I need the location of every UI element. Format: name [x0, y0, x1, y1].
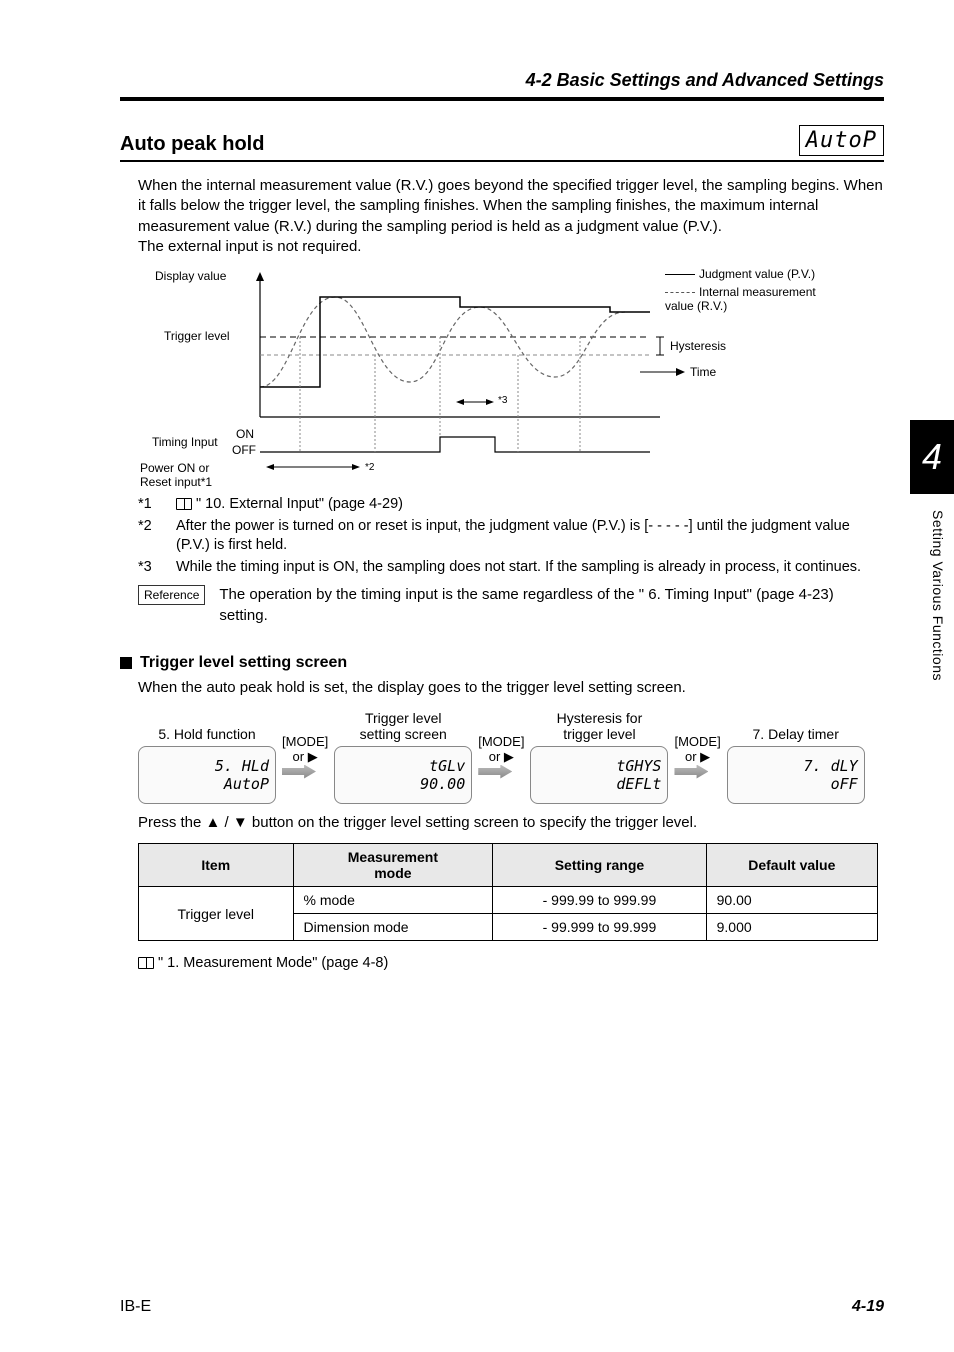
- legend-rv: Internal measurement value (R.V.): [665, 285, 816, 313]
- label-off: OFF: [232, 443, 256, 457]
- flow-step3-display: tGHYS dEFLt: [530, 746, 668, 804]
- flow-step1-display: 5. HLd AutoP: [138, 746, 276, 804]
- trigger-screen-intro: When the auto peak hold is set, the disp…: [138, 678, 884, 698]
- label-power-on: Power ON or Reset input*1: [140, 461, 212, 489]
- section-intro: When the internal measurement value (R.V…: [138, 176, 884, 257]
- book-icon: [138, 957, 154, 969]
- th-default: Default value: [706, 844, 877, 887]
- spec-table: Item Measurement mode Setting range Defa…: [138, 843, 878, 941]
- subheading-trigger-screen: Trigger level setting screen: [120, 654, 884, 672]
- flow-step3-title: Hysteresis for trigger level: [530, 708, 668, 742]
- label-display-value: Display value: [155, 269, 226, 283]
- flow-step4-title: 7. Delay timer: [727, 708, 865, 742]
- footer-model: IB-E: [120, 1298, 151, 1316]
- flow-mode-2: [MODE]: [478, 734, 524, 749]
- label-time: Time: [690, 365, 716, 379]
- screen-flow: 5. Hold function 5. HLd AutoP [MODE] or …: [138, 708, 884, 804]
- label-timing-input: Timing Input: [152, 435, 218, 449]
- note1-tag: *1: [138, 495, 162, 515]
- th-item: Item: [139, 844, 294, 887]
- label-star2: *2: [365, 462, 374, 473]
- flow-or-2: or ▶: [478, 749, 524, 765]
- press-instruction: Press the ▲ / ▼ button on the trigger le…: [138, 814, 884, 831]
- flow-or-1: or ▶: [282, 749, 328, 765]
- note3-text: While the timing input is ON, the sampli…: [176, 558, 861, 578]
- chapter-tab: 4: [910, 420, 954, 494]
- breadcrumb: 4-2 Basic Settings and Advanced Settings: [120, 70, 884, 91]
- flow-step1-title: 5. Hold function: [138, 708, 276, 742]
- section-rule: [120, 160, 884, 162]
- legend-pv-line: [665, 274, 695, 275]
- label-trigger-level: Trigger level: [164, 329, 230, 343]
- book-icon: [176, 498, 192, 510]
- footnotes: *1 " 10. External Input" (page 4-29) *2 Af…: [138, 495, 884, 577]
- footer-page: 4-19: [852, 1298, 884, 1316]
- flow-or-3: or ▶: [674, 749, 720, 765]
- td-r1-mode: % mode: [293, 887, 493, 914]
- td-r2-mode: Dimension mode: [293, 914, 493, 941]
- cross-reference: " 1. Measurement Mode" (page 4-8): [138, 955, 884, 971]
- flow-step2-display: tGLv 90.00: [334, 746, 472, 804]
- reference-badge: Reference: [138, 585, 205, 605]
- flow-step4-display: 7. dLY oFF: [727, 746, 865, 804]
- timing-chart: Display value Trigger level Timing Input…: [140, 267, 860, 487]
- legend-pv: Judgment value (P.V.): [699, 267, 815, 281]
- section-title: Auto peak hold: [120, 133, 264, 156]
- header-rule: [120, 97, 884, 101]
- note2-tag: *2: [138, 517, 162, 556]
- note3-tag: *3: [138, 558, 162, 578]
- td-r2-def: 9.000: [706, 914, 877, 941]
- flow-step2-title: Trigger level setting screen: [334, 708, 472, 742]
- td-item: Trigger level: [139, 887, 294, 941]
- label-star3: *3: [498, 395, 507, 406]
- td-r2-range: - 99.999 to 99.999: [493, 914, 706, 941]
- th-range: Setting range: [493, 844, 706, 887]
- segment-display-code: AutoP: [799, 125, 884, 156]
- reference-text: The operation by the timing input is the…: [219, 585, 884, 626]
- side-section-label: Setting Various Functions: [930, 510, 946, 681]
- th-mode: Measurement mode: [293, 844, 493, 887]
- legend-rv-line: [665, 292, 695, 293]
- td-r1-range: - 999.99 to 999.99: [493, 887, 706, 914]
- note2-text: After the power is turned on or reset is…: [176, 517, 884, 556]
- td-r1-def: 90.00: [706, 887, 877, 914]
- label-hysteresis: Hysteresis: [670, 339, 726, 353]
- flow-mode-1: [MODE]: [282, 734, 328, 749]
- arrow-right-icon: [674, 765, 708, 779]
- flow-mode-3: [MODE]: [674, 734, 720, 749]
- arrow-right-icon: [478, 765, 512, 779]
- arrow-right-icon: [282, 765, 316, 779]
- note1-text: " 10. External Input" (page 4-29): [196, 496, 403, 512]
- label-on: ON: [236, 427, 254, 441]
